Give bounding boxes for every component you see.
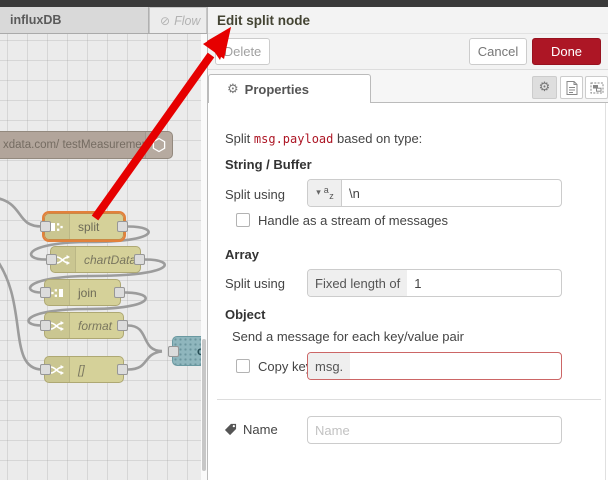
split-string-input[interactable] [342, 180, 561, 206]
tab-flow-disabled[interactable]: ⊘ Flow [149, 7, 207, 33]
stream-checkbox-label: Handle as a stream of messages [258, 213, 449, 228]
wire[interactable] [0, 197, 43, 228]
tab-label: influxDB [10, 13, 62, 27]
name-row-label: Name [224, 422, 278, 437]
tab-label: Flow [174, 13, 201, 28]
node-label: split [78, 219, 100, 234]
editor-tabrow: ⚙ Properties ⚙ [208, 70, 608, 103]
copy-key-input-group: msg. [307, 352, 562, 380]
node-chart[interactable]: c [168, 336, 201, 366]
output-port[interactable] [114, 287, 125, 298]
node-label: format [78, 318, 113, 333]
description-button[interactable] [560, 76, 583, 99]
msg-payload-code: msg.payload [253, 132, 334, 146]
fixed-length-prefix: Fixed length of [308, 270, 408, 296]
tab-influxdb[interactable]: influxDB [0, 7, 149, 33]
section-string-buffer: String / Buffer [225, 157, 312, 172]
copy-key-checkbox[interactable] [236, 359, 250, 373]
delete-button[interactable]: Delete [215, 38, 270, 65]
panel-scroll-track[interactable] [605, 103, 606, 480]
name-input[interactable] [308, 417, 561, 443]
node-red-editor: influxDB ⊘ Flow xdata.com/ testMeasureme… [0, 0, 608, 480]
type-select-button[interactable]: ▾ az [308, 180, 342, 206]
name-label: Name [243, 422, 278, 437]
node-influxdb[interactable]: xdata.com/ testMeasurement [0, 131, 173, 159]
edit-tray: Edit split node Delete Cancel Done ⚙ Pro… [207, 7, 608, 480]
node-bracket[interactable]: [] [40, 356, 128, 383]
string-type-icon: az [323, 185, 334, 201]
output-port[interactable] [117, 364, 128, 375]
output-port[interactable] [117, 320, 128, 331]
output-port[interactable] [134, 254, 145, 265]
chevron-down-icon: ▾ [316, 188, 321, 198]
tag-icon [224, 423, 237, 436]
tab-label: Properties [244, 81, 309, 97]
node-format[interactable]: format [40, 312, 128, 339]
wire[interactable] [0, 256, 43, 371]
flow-workspace[interactable]: influxDB ⊘ Flow xdata.com/ testMeasureme… [0, 7, 207, 480]
properties-form: Split msg.payload based on type: String … [208, 103, 608, 480]
input-port[interactable] [40, 221, 51, 232]
gear-icon: ⚙ [227, 81, 239, 97]
wire[interactable] [127, 324, 163, 353]
circle-slash-icon: ⊘ [160, 13, 171, 28]
input-port[interactable] [40, 320, 51, 331]
section-array: Array [225, 247, 259, 262]
split-string-input-group: ▾ az [307, 179, 562, 207]
name-input-group [307, 416, 562, 444]
node-chartdata[interactable]: chartData [46, 246, 145, 273]
intro-text: Split msg.payload based on type: [225, 131, 422, 146]
flow-canvas[interactable]: xdata.com/ testMeasurement split chartDa… [0, 34, 201, 480]
appearance-icon [590, 82, 603, 93]
hexagon-icon [145, 132, 172, 158]
stream-checkbox-row: Handle as a stream of messages [236, 213, 448, 228]
copy-key-input[interactable] [350, 353, 561, 379]
array-length-input[interactable] [407, 270, 561, 296]
input-port[interactable] [40, 364, 51, 375]
section-object: Object [225, 307, 266, 322]
msg-prefix: msg. [308, 353, 351, 379]
input-port[interactable] [40, 287, 51, 298]
tab-properties[interactable]: ⚙ Properties [208, 74, 371, 103]
description-icon [566, 80, 577, 95]
header-bar [0, 0, 608, 7]
appearance-button[interactable] [585, 76, 608, 99]
node-label: join [78, 285, 97, 300]
divider [217, 399, 601, 400]
array-split-input-group: Fixed length of [307, 269, 562, 297]
scrollbar-thumb[interactable] [202, 339, 206, 471]
tray-title: Edit split node [217, 13, 310, 28]
node-split[interactable]: split [40, 211, 128, 242]
node-label: [] [78, 362, 85, 377]
node-join[interactable]: join [40, 279, 125, 306]
wire[interactable] [127, 350, 163, 371]
output-port[interactable] [117, 221, 128, 232]
input-port[interactable] [168, 345, 179, 357]
gear-icon: ⚙ [538, 80, 551, 95]
array-split-using-label: Split using [225, 276, 285, 291]
intro-suffix: based on type: [333, 131, 423, 146]
split-using-label: Split using [225, 187, 285, 202]
intro-prefix: Split [225, 131, 254, 146]
node-label: xdata.com/ testMeasurement [3, 139, 145, 151]
workspace-tabbar: influxDB ⊘ Flow [0, 7, 207, 34]
cancel-button[interactable]: Cancel [469, 38, 527, 65]
node-label: chartData [84, 252, 137, 267]
input-port[interactable] [46, 254, 57, 265]
divider [208, 33, 608, 34]
object-description: Send a message for each key/value pair [232, 329, 464, 344]
stream-checkbox[interactable] [236, 213, 250, 227]
tray-header: Edit split node Delete Cancel Done [208, 7, 608, 70]
properties-view-button[interactable]: ⚙ [532, 76, 557, 99]
done-button[interactable]: Done [532, 38, 601, 65]
